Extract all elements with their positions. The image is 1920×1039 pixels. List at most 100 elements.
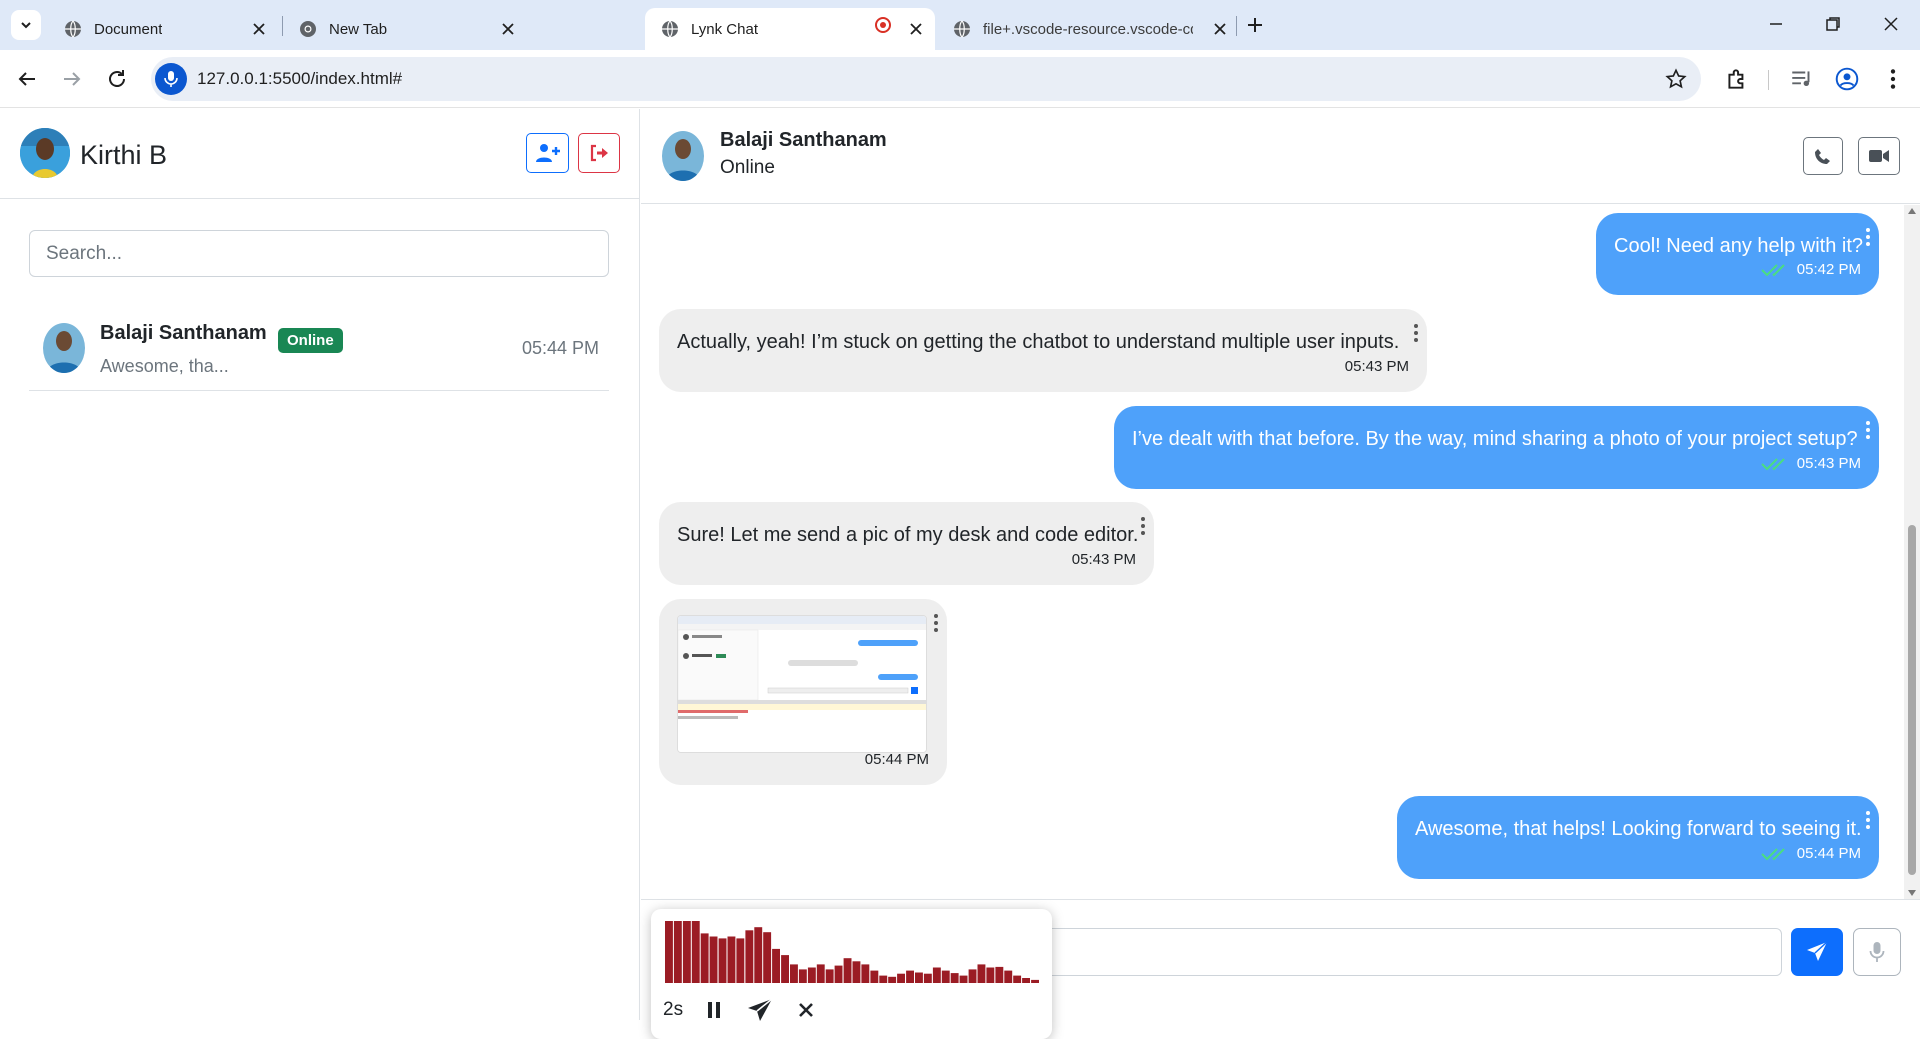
- waveform-bar: [834, 965, 843, 983]
- contact-item-balaji[interactable]: Balaji Santhanam Online Awesome, tha... …: [29, 299, 609, 391]
- close-icon[interactable]: [499, 20, 517, 38]
- kebab-icon[interactable]: [1865, 420, 1871, 440]
- waveform-bar: [897, 973, 905, 983]
- pause-icon: [708, 1002, 721, 1018]
- message-meta: 05:43 PM: [1761, 451, 1861, 477]
- message-outgoing[interactable]: I’ve dealt with that before. By the way,…: [1114, 406, 1879, 489]
- mic-icon: [1869, 942, 1885, 962]
- scroll-down-icon[interactable]: [1907, 889, 1917, 897]
- add-user-icon: [535, 144, 560, 162]
- media-icon[interactable]: [1789, 66, 1815, 92]
- message-text: I’ve dealt with that before. By the way,…: [1132, 428, 1858, 450]
- scroll-up-icon[interactable]: [1907, 207, 1917, 215]
- video-call-button[interactable]: [1858, 137, 1900, 175]
- double-check-icon: [1761, 264, 1785, 277]
- reload-icon[interactable]: [105, 67, 129, 91]
- extensions-icon[interactable]: [1724, 66, 1750, 92]
- browser-toolbar: 127.0.0.1:5500/index.html#: [0, 50, 1920, 108]
- lynk-chat-app: Kirthi B Balaji Santhanam Online Awesome…: [0, 109, 1920, 1039]
- message-incoming[interactable]: Actually, yeah! I’m stuck on getting the…: [659, 309, 1427, 392]
- avatar: [662, 131, 704, 181]
- kebab-icon[interactable]: [1413, 323, 1419, 343]
- cancel-icon: [799, 1003, 813, 1017]
- waveform-bar: [781, 955, 789, 983]
- globe-icon: [954, 20, 970, 38]
- waveform-bar: [861, 964, 870, 983]
- double-check-icon: [1761, 848, 1785, 861]
- waveform-bar: [691, 921, 700, 983]
- restore-icon[interactable]: [1821, 12, 1845, 36]
- star-icon[interactable]: [1665, 68, 1687, 90]
- tab-document[interactable]: Document: [48, 8, 278, 50]
- profile-icon[interactable]: [1834, 66, 1860, 92]
- message-scrollbar[interactable]: [1904, 205, 1920, 899]
- sidebar-header: Kirthi B: [0, 109, 639, 199]
- tab-lynk-chat[interactable]: Lynk Chat: [645, 8, 935, 50]
- kebab-icon[interactable]: [1865, 227, 1871, 247]
- message-meta: 05:44 PM: [865, 747, 929, 773]
- message-list: Cool! Need any help with it? 05:42 PM Ac…: [641, 205, 1920, 899]
- close-icon[interactable]: [1211, 20, 1229, 38]
- waveform-bar: [1004, 970, 1013, 983]
- back-icon[interactable]: [15, 67, 39, 91]
- message-meta: 05:43 PM: [1072, 547, 1136, 573]
- double-check-icon: [1761, 458, 1785, 471]
- message-incoming-image[interactable]: 05:44 PM: [659, 599, 947, 785]
- message-time: 05:43 PM: [1344, 358, 1409, 375]
- forward-icon[interactable]: [60, 67, 84, 91]
- waveform-bar: [915, 972, 923, 983]
- message-time: 05:43 PM: [1796, 455, 1861, 472]
- waveform-bar: [763, 932, 772, 983]
- waveform-bar: [682, 921, 691, 983]
- avatar[interactable]: [20, 128, 70, 178]
- tab-title: Document: [94, 20, 163, 38]
- message-text: Sure! Let me send a pic of my desk and c…: [677, 524, 1139, 546]
- close-icon[interactable]: [907, 20, 925, 38]
- send-recording-button[interactable]: [747, 997, 773, 1023]
- scrollbar-thumb[interactable]: [1908, 525, 1916, 875]
- add-contact-button[interactable]: [526, 133, 569, 173]
- waveform-bar: [888, 976, 897, 983]
- waveform-bar: [995, 966, 1004, 983]
- send-icon: [1807, 941, 1828, 961]
- peer-status: Online: [720, 157, 775, 178]
- waveform-bar: [709, 936, 718, 983]
- waveform-bar: [879, 975, 888, 983]
- globe-icon: [65, 20, 81, 38]
- site-mic-indicator[interactable]: [155, 63, 187, 95]
- voice-record-button[interactable]: [1853, 928, 1901, 976]
- cancel-recording-button[interactable]: [793, 997, 819, 1023]
- minimize-icon[interactable]: [1764, 12, 1788, 36]
- waveform-bar: [941, 970, 950, 983]
- tab-list-button[interactable]: [11, 10, 41, 40]
- pause-recording-button[interactable]: [701, 997, 727, 1023]
- message-time: 05:42 PM: [1796, 261, 1861, 278]
- search-input[interactable]: [29, 230, 609, 277]
- waveform-bar: [816, 964, 825, 983]
- kebab-icon[interactable]: [933, 613, 939, 633]
- new-tab-plus-icon[interactable]: [1244, 14, 1266, 36]
- kebab-icon[interactable]: [1865, 810, 1871, 830]
- mic-icon: [164, 71, 178, 87]
- tab-vscode-resource[interactable]: file+.vscode-resource.vscode-cd: [937, 8, 1239, 50]
- sidebar: Kirthi B Balaji Santhanam Online Awesome…: [0, 109, 640, 1020]
- more-icon[interactable]: [1880, 66, 1906, 92]
- waveform-bar: [968, 969, 977, 983]
- kebab-icon[interactable]: [1140, 516, 1146, 536]
- send-button[interactable]: [1791, 928, 1843, 976]
- message-outgoing[interactable]: Awesome, that helps! Looking forward to …: [1397, 796, 1879, 879]
- message-outgoing[interactable]: Cool! Need any help with it? 05:42 PM: [1596, 213, 1879, 295]
- recording-elapsed-time: 2s: [663, 999, 684, 1020]
- message-time: 05:43 PM: [1071, 551, 1136, 568]
- shared-image-thumbnail[interactable]: [677, 615, 927, 753]
- contact-avatar-picture: [43, 323, 85, 373]
- window-close-icon[interactable]: [1879, 12, 1903, 36]
- tab-new-tab[interactable]: New Tab: [283, 8, 527, 50]
- voice-call-button[interactable]: [1803, 137, 1843, 175]
- message-incoming[interactable]: Sure! Let me send a pic of my desk and c…: [659, 502, 1154, 585]
- logout-button[interactable]: [578, 133, 620, 173]
- message-text: Cool! Need any help with it?: [1614, 235, 1864, 257]
- close-icon[interactable]: [250, 20, 268, 38]
- waveform-bar: [727, 936, 736, 983]
- address-bar[interactable]: 127.0.0.1:5500/index.html#: [151, 57, 1701, 101]
